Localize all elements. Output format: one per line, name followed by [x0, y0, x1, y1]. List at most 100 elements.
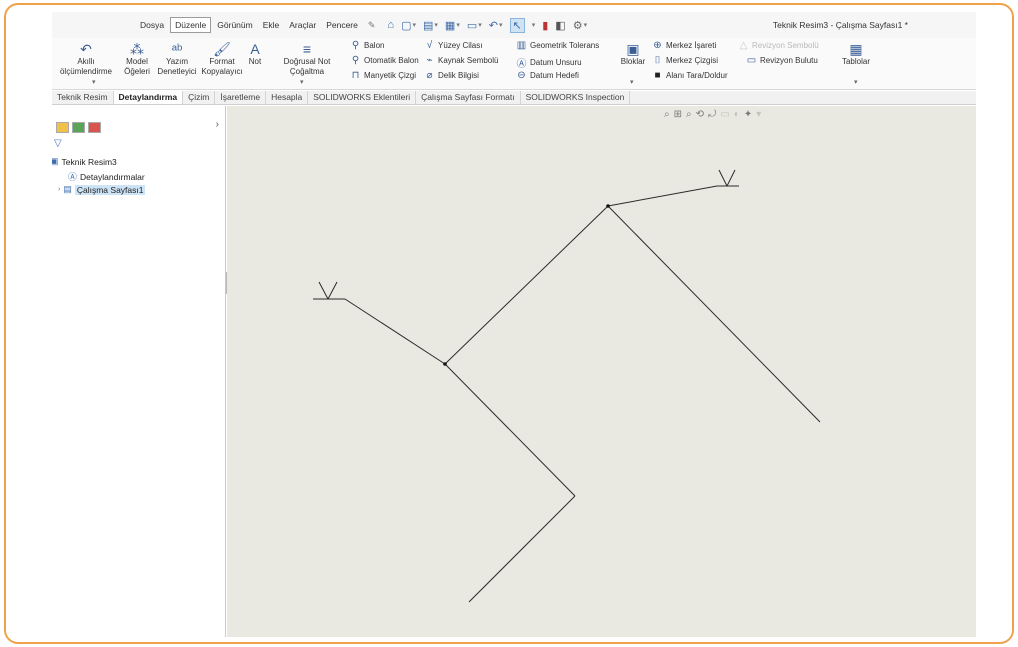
auto-balloon-button[interactable]: ⚲ Otomatik Balon: [350, 55, 419, 66]
leader-line-right[interactable]: [607, 185, 718, 207]
hole-callout-icon: ⌀: [426, 70, 433, 81]
blocks-dropdown-icon[interactable]: ▾: [630, 78, 634, 86]
panel-toolbar: [52, 118, 226, 136]
solidworks-window: Dosya Düzenle Görünüm Ekle Araçlar Pence…: [52, 12, 976, 637]
menu-insert[interactable]: Ekle: [259, 18, 284, 32]
drawing-canvas[interactable]: ⌕ ⊞ ⌕ ⟲ ⤾ ▭ ◐ ✦ ▾: [227, 106, 976, 637]
menu-window[interactable]: Pencere: [322, 18, 362, 32]
sketch-line-4[interactable]: [468, 495, 576, 603]
area-hatch-button[interactable]: ■ Alanı Tara/Doldur: [652, 70, 727, 81]
pin-icon[interactable]: ✎: [368, 20, 376, 31]
open-icon[interactable]: ▤ ▾: [423, 19, 438, 32]
menu-tools[interactable]: Araçlar: [285, 18, 320, 32]
center-mark-button[interactable]: ⊕ Merkez İşareti: [652, 40, 716, 51]
auto-balloon-icon: ⚲: [351, 55, 360, 66]
balloon-button[interactable]: ⚲ Balon: [350, 40, 385, 51]
menu-file[interactable]: Dosya: [136, 18, 168, 32]
tree-item-sheet[interactable]: › ▤ Çalışma Sayfası1: [58, 184, 146, 195]
datum-feature-icon: Ⓐ: [516, 59, 527, 70]
area-hatch-icon: ■: [654, 70, 661, 81]
feature-manager-panel: › ▽ ▣ Teknik Resim3 Ⓐ Detaylandırmalar ›…: [52, 106, 226, 637]
tab-sketch[interactable]: Çizim: [183, 91, 216, 104]
symbol-vee-right-b[interactable]: [726, 169, 736, 187]
tab-inspection[interactable]: SOLIDWORKS Inspection: [521, 91, 631, 104]
linear-note-pattern-button[interactable]: ≡ Doğrusal Not Çoğaltma: [266, 42, 348, 77]
endpoint-vertex-top[interactable]: [606, 204, 610, 208]
tables-dropdown-icon[interactable]: ▾: [854, 78, 858, 86]
traffic-light-icon[interactable]: ▮: [542, 19, 548, 32]
geometric-tolerance-button[interactable]: ▥ Geometrik Tolerans: [516, 40, 599, 51]
centerline-icon: ⌷: [654, 55, 661, 66]
revision-cloud-button[interactable]: ▭ Revizyon Bulutu: [746, 55, 818, 66]
command-manager-ribbon: ↶ Akıllı ölçümlendirme ▾ ⁂ Model Öğeleri…: [52, 38, 976, 90]
format-painter-icon: 🖌: [213, 41, 231, 57]
annotations-icon: Ⓐ: [68, 172, 78, 182]
expand-arrow-icon[interactable]: ›: [58, 186, 60, 193]
datum-target-button[interactable]: ⊖ Datum Hedefi: [516, 70, 579, 81]
dimension-dropdown-icon[interactable]: ▾: [92, 78, 96, 86]
endpoint-vertex-left[interactable]: [443, 362, 447, 366]
home-icon[interactable]: ⌂: [387, 19, 394, 31]
select-icon[interactable]: ↖: [509, 17, 525, 33]
tree-root-drawing[interactable]: ▣ Teknik Resim3: [52, 156, 117, 167]
menu-view[interactable]: Görünüm: [213, 18, 256, 32]
weld-symbol-icon: ⌁: [426, 55, 433, 66]
sketch-line-2[interactable]: [607, 205, 821, 423]
select-dropdown-icon[interactable]: ▾: [532, 21, 536, 29]
spell-checker-button[interactable]: ᵃᵇ Yazım Denetleyici: [156, 42, 198, 77]
format-painter-button[interactable]: 🖌 Format Kopyalayıcı: [200, 42, 244, 77]
filter-icon[interactable]: ▽: [54, 138, 62, 149]
pattern-dropdown-icon[interactable]: ▾: [300, 78, 304, 86]
model-items-icon: ⁂: [130, 41, 144, 57]
chevron-right-icon[interactable]: ›: [216, 119, 219, 130]
new-document-icon[interactable]: ▢ ▾: [401, 19, 416, 32]
symbol-vee-left-b[interactable]: [327, 281, 338, 300]
print-icon[interactable]: ▭ ▾: [467, 19, 482, 32]
tree-item-annotations[interactable]: Ⓐ Detaylandırmalar: [68, 170, 145, 183]
main-menu: Dosya Düzenle Görünüm Ekle Araçlar Pence…: [136, 17, 362, 33]
hole-callout-button[interactable]: ⌀ Delik Bilgisi: [424, 70, 478, 81]
datum-feature-button[interactable]: Ⓐ Datum Unsuru: [516, 55, 582, 70]
linear-pattern-icon: ≡: [302, 41, 312, 57]
save-icon[interactable]: ▦ ▾: [445, 19, 460, 32]
property-manager-tab-icon[interactable]: [72, 121, 85, 133]
surface-finish-button[interactable]: √ Yüzey Cilası: [424, 40, 483, 51]
undo-icon[interactable]: ↶ ▾: [489, 19, 503, 32]
surface-finish-icon: √: [426, 40, 433, 51]
datum-target-icon: ⊖: [517, 70, 526, 81]
command-tabs: Teknik Resim Detaylandırma Çizim İşaretl…: [52, 91, 976, 105]
blocks-icon: ▣: [626, 41, 640, 57]
revision-symbol-icon: △: [739, 40, 748, 51]
tables-icon: ▦: [849, 41, 863, 57]
tab-markup[interactable]: İşaretleme: [215, 91, 267, 104]
configuration-manager-tab-icon[interactable]: [88, 121, 101, 133]
tab-sheet-format[interactable]: Çalışma Sayfası Formatı: [416, 91, 521, 104]
menu-edit[interactable]: Düzenle: [170, 17, 212, 33]
feature-manager-tab-icon[interactable]: [56, 121, 69, 133]
note-icon: A: [250, 41, 260, 57]
tab-addins[interactable]: SOLIDWORKS Eklentileri: [308, 91, 417, 104]
sketch-line-3[interactable]: [444, 363, 576, 497]
tab-drawing[interactable]: Teknik Resim: [52, 91, 114, 104]
document-title: Teknik Resim3 - Çalışma Sayfası1 *: [772, 20, 908, 30]
balloon-icon: ⚲: [351, 40, 360, 51]
tables-button[interactable]: ▦ Tablolar: [838, 42, 874, 67]
symbol-vee-right-a[interactable]: [718, 169, 728, 187]
leader-line-left[interactable]: [344, 298, 446, 365]
model-items-button[interactable]: ⁂ Model Öğeleri: [120, 42, 154, 77]
symbol-vee-left-a[interactable]: [318, 281, 329, 300]
options-icon[interactable]: ◧: [555, 19, 565, 32]
blocks-button[interactable]: ▣ Bloklar: [618, 42, 648, 67]
tab-evaluate[interactable]: Hesapla: [266, 91, 309, 104]
smart-dimension-button[interactable]: ↶ Akıllı ölçümlendirme: [54, 42, 118, 77]
weld-symbol-button[interactable]: ⌁ Kaynak Sembolü: [424, 55, 498, 66]
tab-annotation[interactable]: Detaylandırma: [113, 91, 184, 104]
note-button[interactable]: A Not: [244, 42, 266, 67]
sketch-geometry: [313, 169, 821, 603]
sketch-line-1[interactable]: [444, 205, 609, 365]
revision-symbol-button[interactable]: △ Revizyon Sembolü: [738, 40, 819, 51]
settings-icon[interactable]: ⚙ ▾: [573, 19, 587, 32]
geometric-tolerance-icon: ▥: [516, 40, 527, 51]
magnetic-line-button[interactable]: ⊓ Manyetik Çizgi: [350, 70, 416, 81]
centerline-button[interactable]: ⌷ Merkez Çizgisi: [652, 55, 719, 66]
